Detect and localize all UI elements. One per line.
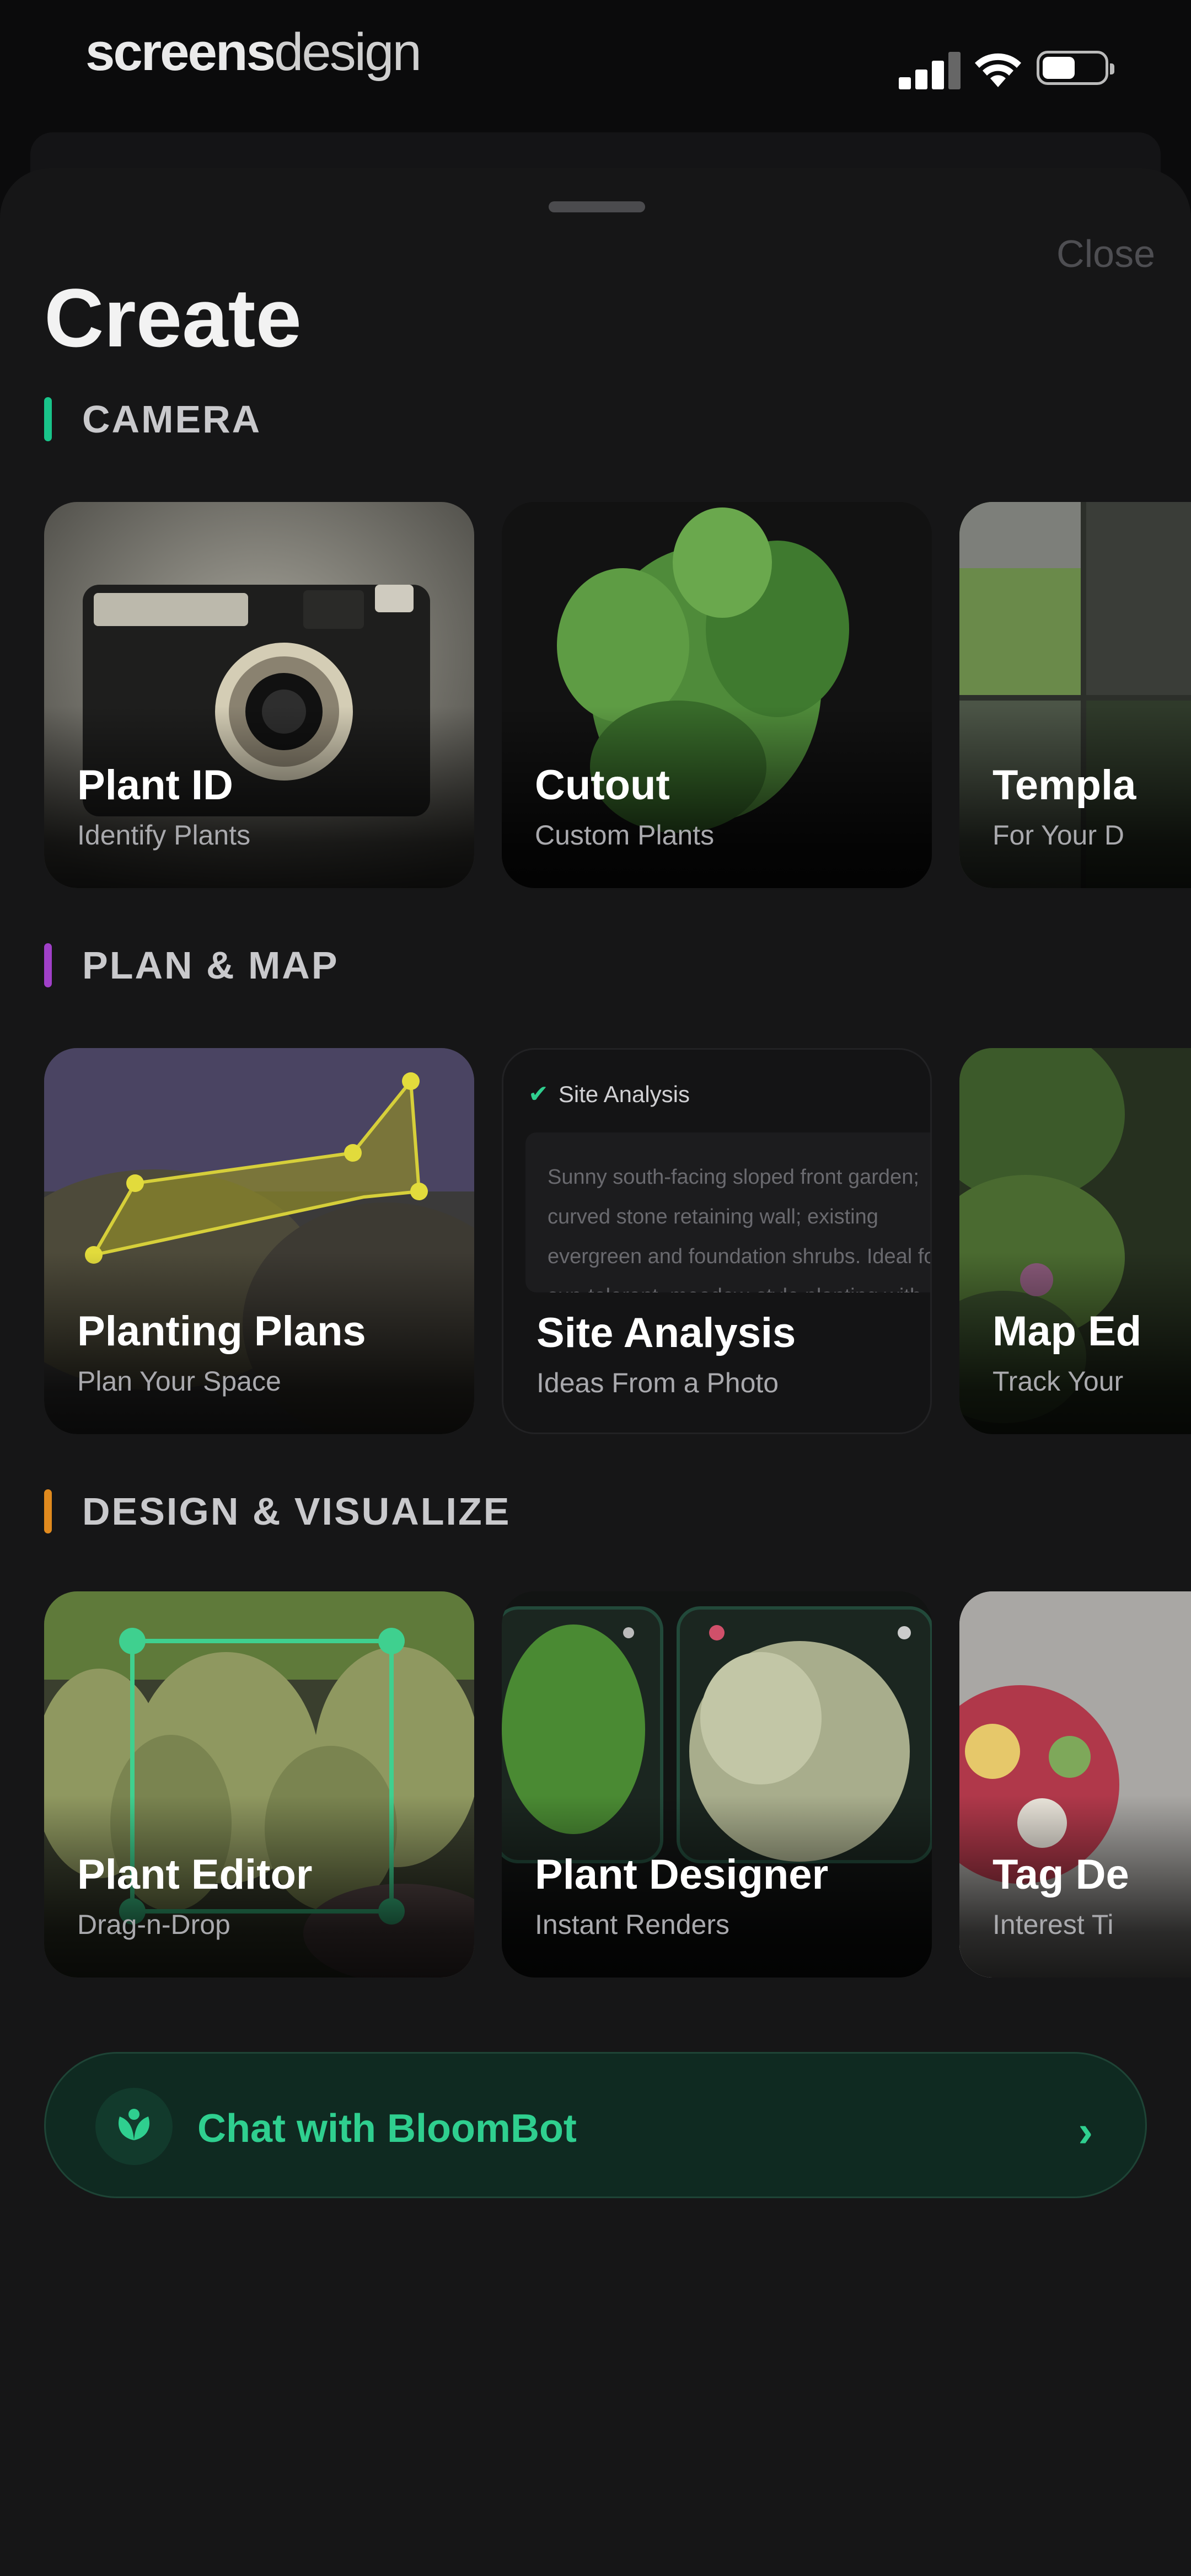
camera-carousel[interactable]: Plant ID Identify Plants Cutout Custom P… [44,502,1191,888]
section-label-camera: CAMERA [82,398,262,441]
section-accent-bar [44,943,52,987]
sheet-grabber[interactable] [549,201,645,212]
card-title: Map Ed [993,1308,1142,1355]
section-header-plan-map: PLAN & MAP [44,943,339,987]
card-title: Tag De [993,1851,1129,1898]
preview-heading: Site Analysis [558,1081,690,1107]
site-analysis-preview-header: ✔ Site Analysis [528,1080,690,1108]
card-cutout[interactable]: Cutout Custom Plants [502,502,932,888]
brand-bold: screens [85,23,276,82]
checkmark-icon: ✔ [528,1081,549,1108]
card-subtitle: Instant Renders [535,1909,729,1940]
section-label-plan-map: PLAN & MAP [82,944,339,987]
card-title: Plant Designer [535,1851,829,1898]
wifi-icon [975,53,1021,87]
card-title: Planting Plans [77,1308,366,1355]
card-subtitle: Drag-n-Drop [77,1909,230,1940]
cellular-signal-icon [899,51,961,89]
page-title: Create [44,271,302,364]
card-title: Cutout [535,762,670,809]
card-planting-plans[interactable]: Planting Plans Plan Your Space [44,1048,474,1434]
card-subtitle: For Your D [993,820,1125,851]
card-title: Site Analysis [537,1310,796,1356]
card-title: Templa [993,762,1136,809]
card-subtitle: Identify Plants [77,820,251,851]
card-subtitle: Track Your [993,1366,1124,1397]
card-plant-designer[interactable]: Plant Designer Instant Renders [502,1591,932,1978]
create-sheet: Close Create CAMERA Plant ID Identify Pl… [0,168,1191,2576]
chevron-right-icon: › [1078,2107,1093,2156]
card-plant-editor[interactable]: Plant Editor Drag-n-Drop [44,1591,474,1978]
section-header-camera: CAMERA [44,397,261,441]
brand-watermark: screensdesign [85,22,422,83]
card-site-analysis[interactable]: ✔ Site Analysis Sunny south-facing slope… [502,1048,932,1434]
close-button[interactable]: Close [1056,232,1155,276]
battery-icon [1037,51,1114,85]
card-templates[interactable]: Templa For Your D [959,502,1191,888]
card-title: Plant Editor [77,1851,313,1898]
plan-map-carousel[interactable]: Planting Plans Plan Your Space ✔ Site An… [44,1048,1191,1434]
section-accent-bar [44,1489,52,1533]
design-visualize-carousel[interactable]: Plant Editor Drag-n-Drop Plant Designer … [44,1591,1191,1978]
status-bar: screensdesign [0,0,1191,127]
bloombot-icon [95,2088,173,2165]
card-subtitle: Interest Ti [993,1909,1114,1940]
card-map-editor[interactable]: Map Ed Track Your [959,1048,1191,1434]
card-subtitle: Custom Plants [535,820,715,851]
chat-label: Chat with BloomBot [197,2107,577,2151]
card-subtitle: Ideas From a Photo [537,1367,779,1398]
preview-text: Sunny south-facing sloped front garden; … [548,1166,930,1292]
card-title: Plant ID [77,762,233,809]
card-subtitle: Plan Your Space [77,1366,281,1397]
brand-light: design [273,23,422,82]
chat-with-bloombot-button[interactable]: Chat with BloomBot › [44,2052,1147,2198]
section-label-design-visualize: DESIGN & VISUALIZE [82,1490,511,1533]
section-header-design-visualize: DESIGN & VISUALIZE [44,1489,511,1533]
site-analysis-preview-box: Sunny south-facing sloped front garden; … [525,1132,930,1292]
section-accent-bar [44,397,52,441]
card-tag-designer[interactable]: Tag De Interest Ti [959,1591,1191,1978]
card-plant-id[interactable]: Plant ID Identify Plants [44,502,474,888]
